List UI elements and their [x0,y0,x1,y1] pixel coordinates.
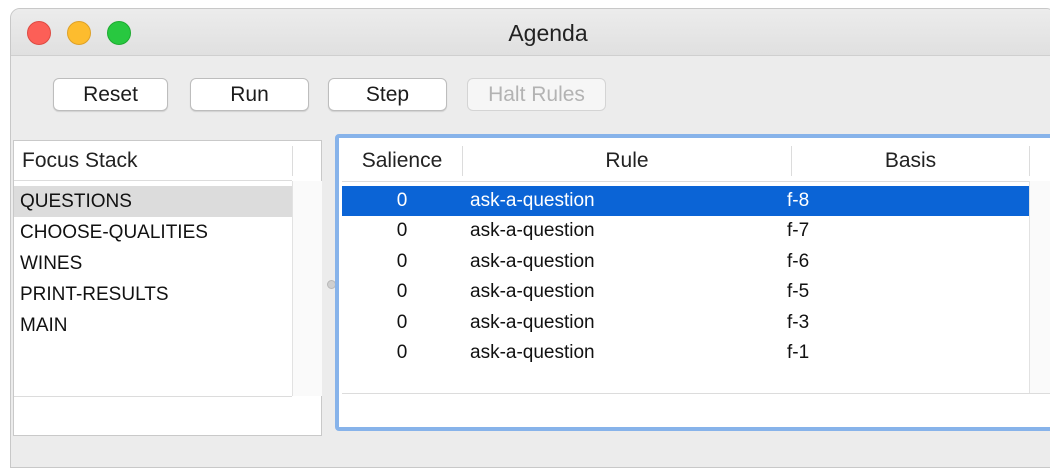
column-header-salience[interactable]: Salience [342,141,462,181]
agenda-footer-divider [342,393,1050,394]
agenda-table-header: Salience Rule Basis [342,141,1050,182]
basis-cell: f-1 [787,341,810,363]
focus-stack-header[interactable]: Focus Stack [14,141,292,181]
basis-cell: f-5 [787,281,810,303]
column-divider [292,146,293,176]
column-header-basis[interactable]: Basis [792,141,1029,181]
focus-stack-list: QUESTIONS CHOOSE-QUALITIES WINES PRINT-R… [14,186,292,341]
rule-cell: ask-a-question [470,250,595,272]
salience-cell: 0 [396,250,408,272]
rule-cell: ask-a-question [470,311,595,333]
rule-cell: ask-a-question [470,190,595,211]
title-bar[interactable]: Agenda [11,9,1050,56]
salience-cell: 0 [396,220,408,242]
table-row[interactable]: 0 ask-a-question f-7 [342,216,1029,246]
basis-cell: f-7 [787,220,810,242]
basis-cell: f-8 [787,190,810,211]
focus-stack-item[interactable]: CHOOSE-QUALITIES [14,217,292,248]
focus-stack-item[interactable]: PRINT-RESULTS [14,279,292,310]
reset-button[interactable]: Reset [53,78,168,111]
salience-cell: 0 [396,190,408,211]
focus-stack-item[interactable]: QUESTIONS [14,186,292,217]
rule-cell: ask-a-question [470,341,595,363]
focus-stack-footer-divider [14,396,292,397]
agenda-scrollbar[interactable] [1029,181,1050,393]
step-button[interactable]: Step [328,78,447,111]
basis-cell: f-3 [787,311,810,333]
agenda-window: Agenda Reset Run Step Halt Rules Focus S… [10,8,1050,468]
salience-cell: 0 [396,281,408,303]
salience-cell: 0 [396,341,408,363]
table-row[interactable]: 0 ask-a-question f-6 [342,247,1029,277]
focus-stack-item[interactable]: WINES [14,248,292,279]
focus-stack-pane: Focus Stack QUESTIONS CHOOSE-QUALITIES W… [13,140,322,436]
column-divider [1029,146,1030,176]
rule-cell: ask-a-question [470,281,595,303]
run-button[interactable]: Run [190,78,309,111]
agenda-table: Salience Rule Basis 0 ask-a-question f-8… [342,141,1050,424]
agenda-rows: 0 ask-a-question f-8 0 ask-a-question f-… [342,186,1029,368]
basis-cell: f-6 [787,250,810,272]
focus-stack-item[interactable]: MAIN [14,310,292,341]
focus-stack-scrollbar[interactable] [292,181,322,396]
table-row[interactable]: 0 ask-a-question f-8 [342,186,1029,217]
rule-cell: ask-a-question [470,220,595,242]
window-title: Agenda [508,20,588,46]
salience-cell: 0 [396,311,408,333]
halt-rules-button: Halt Rules [467,78,606,111]
table-row[interactable]: 0 ask-a-question f-5 [342,277,1029,307]
table-row[interactable]: 0 ask-a-question f-1 [342,338,1029,368]
agenda-table-pane: Salience Rule Basis 0 ask-a-question f-8… [335,134,1050,431]
column-header-rule[interactable]: Rule [463,141,791,181]
table-row[interactable]: 0 ask-a-question f-3 [342,308,1029,338]
